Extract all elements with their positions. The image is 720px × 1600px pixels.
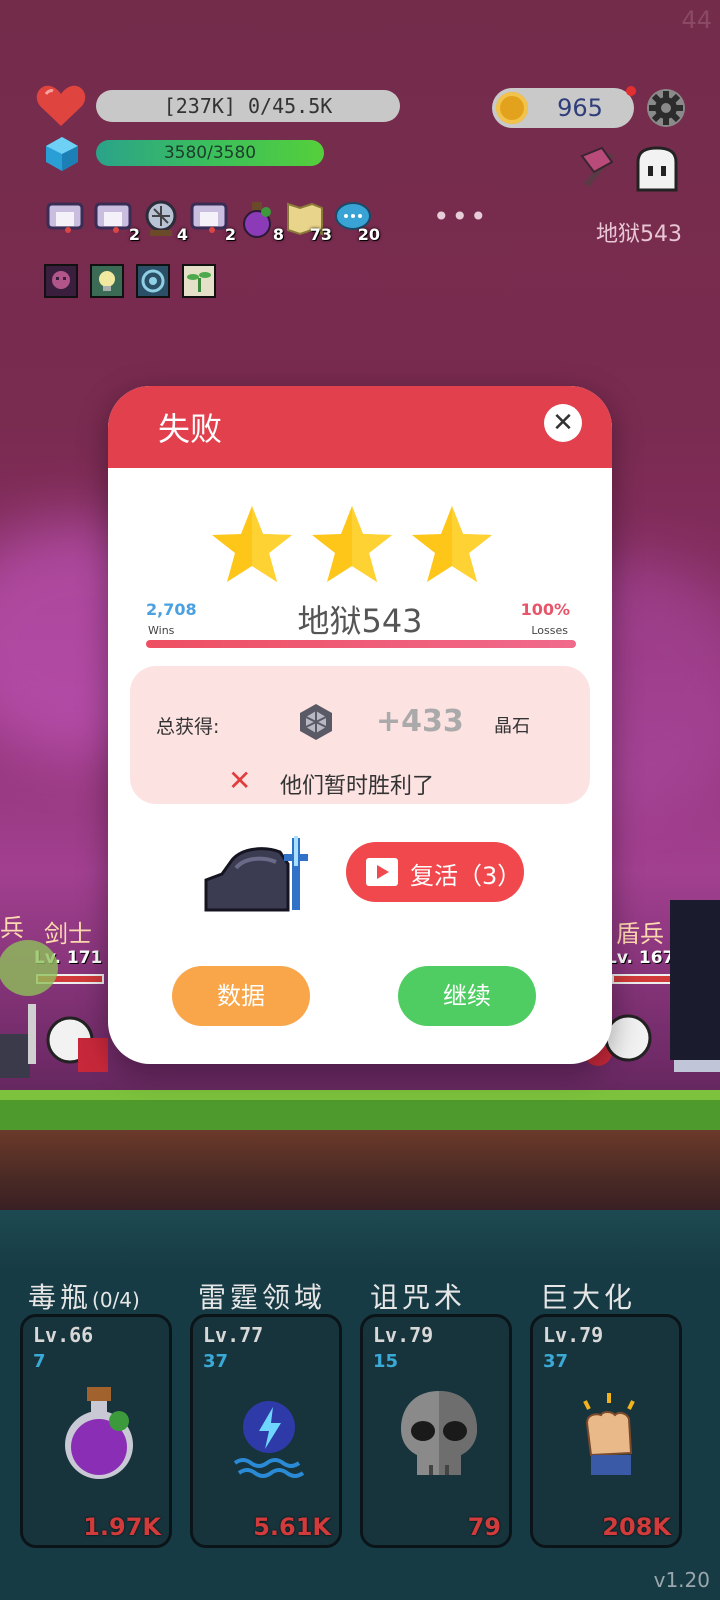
video-play-icon: [366, 858, 398, 886]
thunder-field-icon: [233, 1401, 305, 1478]
scroll-icon[interactable]: 2: [94, 200, 140, 244]
reward-panel: 总获得: +433 晶石 ✕ 他们暂时胜利了: [130, 666, 590, 804]
fallen-hero-icon: [204, 836, 308, 912]
star-rating: [212, 506, 492, 582]
skill-cost: 37: [203, 1351, 229, 1372]
reward-value: +433: [376, 704, 464, 739]
dialog-header: 失败 ✕: [108, 386, 612, 468]
ghost-icon[interactable]: [632, 146, 682, 192]
skill-cost: 7: [33, 1351, 46, 1372]
skull-buff-icon: [44, 264, 78, 298]
crystal-ball-icon[interactable]: 4: [142, 200, 188, 244]
win-loss-bar: [146, 640, 576, 648]
star-icon: [212, 506, 292, 582]
unit-name-shield: 盾兵: [616, 920, 664, 948]
axe-icon[interactable]: [574, 146, 624, 192]
dirt-ground: [0, 1130, 720, 1210]
gear-icon[interactable]: [646, 88, 686, 128]
fps-counter: 44: [681, 6, 712, 34]
mana-bar: 3580/3580: [96, 140, 324, 166]
enemy-slime-icon: [0, 940, 58, 996]
stage-label: 地狱543: [596, 222, 682, 247]
version-label: v1.20: [653, 1568, 710, 1592]
scroll-icon[interactable]: 2: [190, 200, 236, 244]
dialog-title: 失败: [158, 410, 223, 448]
data-button[interactable]: 数据: [172, 966, 310, 1026]
fist-icon: [583, 1393, 635, 1475]
defeat-dialog: 失败 ✕ 2,708 Wins 地狱543 100% Losses 总获得: +…: [108, 386, 612, 1064]
crystal-gem-icon: [300, 704, 332, 740]
chat-icon[interactable]: 20: [334, 200, 380, 244]
mana-crystal-icon: [46, 137, 78, 171]
skill-card-giant[interactable]: Lv.79 37 208K: [530, 1314, 682, 1548]
grass-ground: [0, 1090, 720, 1130]
dark-tower-icon: [670, 900, 720, 1060]
continue-button[interactable]: 继续: [398, 966, 536, 1026]
losses-percent: 100%: [520, 600, 570, 619]
skill-name-thunder: 雷霆领域: [198, 1281, 327, 1314]
potion-icon[interactable]: 8: [238, 200, 284, 244]
losses-label: Losses: [531, 624, 568, 637]
skill-level: Lv.66: [33, 1323, 94, 1347]
reward-unit: 晶石: [494, 716, 530, 737]
skill-card-thunder[interactable]: Lv.77 37 5.61K: [190, 1314, 342, 1548]
star-icon: [412, 506, 492, 582]
revive-button[interactable]: 复活（3）: [346, 842, 524, 902]
coin-counter[interactable]: 965: [492, 88, 634, 128]
star-icon: [312, 506, 392, 582]
skill-price: 5.61K: [253, 1513, 331, 1541]
lightbulb-buff-icon: [90, 264, 124, 298]
notification-dot: [626, 86, 636, 96]
skill-cost: 37: [543, 1351, 569, 1372]
fail-icon: ✕: [228, 764, 252, 797]
skill-card-poison[interactable]: Lv.66 7 1.97K: [20, 1314, 172, 1548]
coin-icon: [496, 92, 528, 124]
skill-name-curse: 诅咒术: [370, 1281, 467, 1314]
sprout-buff-icon: [182, 264, 216, 298]
skill-level: Lv.79: [543, 1323, 604, 1347]
hp-bar: [237K] 0/45.5K: [96, 90, 400, 122]
close-button[interactable]: ✕: [544, 404, 582, 442]
unit-level-shield: Lv. 167: [606, 948, 675, 968]
coin-value: 965: [557, 94, 603, 122]
vortex-buff-icon: [136, 264, 170, 298]
scroll-icon[interactable]: [46, 200, 84, 238]
fail-message: 他们暂时胜利了: [280, 774, 435, 799]
reward-label: 总获得:: [156, 716, 220, 738]
skill-price: 1.97K: [83, 1513, 161, 1541]
revive-label: 复活（3）: [410, 862, 522, 890]
skill-card-curse[interactable]: Lv.79 15 79: [360, 1314, 512, 1548]
skull-icon: [401, 1391, 477, 1475]
skill-cost: 15: [373, 1351, 399, 1372]
heart-icon: [36, 85, 86, 126]
more-icon[interactable]: •••: [433, 200, 489, 233]
poison-bottle-icon: [65, 1387, 133, 1479]
map-icon[interactable]: 73: [286, 200, 332, 244]
skill-level: Lv.79: [373, 1323, 434, 1347]
skill-level: Lv.77: [203, 1323, 264, 1347]
unit-health-bar: [612, 974, 676, 984]
skill-price: 79: [467, 1513, 501, 1541]
skill-name-giant: 巨大化: [540, 1281, 637, 1314]
skill-name-poison: 毒瓶(0/4): [28, 1281, 140, 1314]
skill-price: 208K: [602, 1513, 671, 1541]
